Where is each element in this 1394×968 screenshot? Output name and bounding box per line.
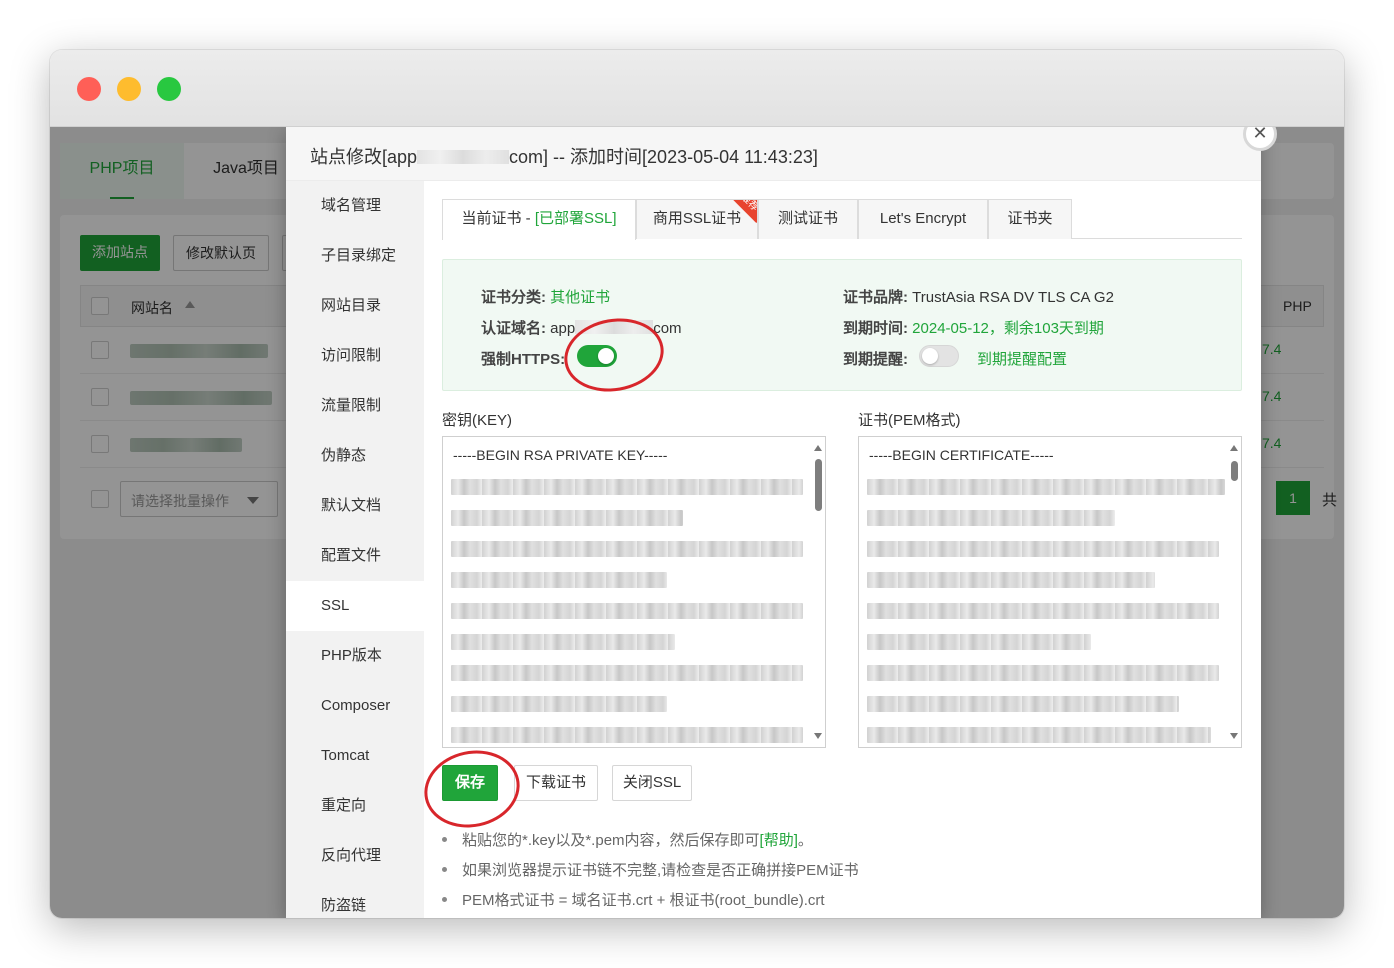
masked-key-line xyxy=(451,541,803,557)
sidebar-item-0[interactable]: 域名管理 xyxy=(286,181,424,231)
key-first-line: -----BEGIN RSA PRIVATE KEY----- xyxy=(453,447,668,463)
scroll-up-icon[interactable] xyxy=(1230,445,1238,451)
tab-test-cert[interactable]: 测试证书 xyxy=(758,199,858,239)
close-ssl-button[interactable]: 关闭SSL xyxy=(612,765,692,801)
expire-label: 到期时间: xyxy=(843,320,908,337)
key-label: 密钥(KEY) xyxy=(442,412,513,429)
title-suffix: com] -- 添加时间[2023-05-04 11:43:23] xyxy=(509,147,818,167)
cert-type-value: 其他证书 xyxy=(550,289,611,306)
minimize-window-icon[interactable] xyxy=(117,77,141,101)
scroll-up-icon[interactable] xyxy=(814,445,822,451)
masked-key-line xyxy=(451,603,803,619)
brand-label: 证书品牌: xyxy=(843,289,908,306)
download-cert-button[interactable]: 下载证书 xyxy=(514,765,598,801)
sidebar-item-12[interactable]: 重定向 xyxy=(286,781,424,831)
expire-value: 2024-05-12，剩余103天到期 xyxy=(912,320,1104,337)
masked-key-line xyxy=(451,634,675,650)
cert-first-line: -----BEGIN CERTIFICATE----- xyxy=(869,447,1054,463)
tip1-text: 粘贴您的*.key以及*.pem内容，然后保存即可 xyxy=(462,832,760,849)
cert-type-row: 证书分类: 其他证书 xyxy=(481,286,610,307)
tip1-end: 。 xyxy=(797,832,813,849)
key-textarea[interactable]: -----BEGIN RSA PRIVATE KEY----- xyxy=(442,436,826,748)
close-window-icon[interactable] xyxy=(77,77,101,101)
expire-remind-toggle[interactable] xyxy=(919,345,959,367)
dialog-sidebar: 域名管理 子目录绑定 网站目录 访问限制 流量限制 伪静态 默认文档 配置文件 SSL PHP版本… xyxy=(286,181,424,918)
cert-textarea[interactable]: -----BEGIN CERTIFICATE----- xyxy=(858,436,1242,748)
domain-label: 认证域名: xyxy=(481,320,546,337)
masked-cert-line xyxy=(867,541,1219,557)
tip-pem-format: PEM格式证书 = 域名证书.crt + 根证书(root_bundle).cr… xyxy=(442,889,825,910)
sidebar-item-11[interactable]: Tomcat xyxy=(286,731,424,781)
dialog-title: 站点修改[app com] -- 添加时间[2023-05-04 11:43:23… xyxy=(310,143,818,169)
tab-commercial-ssl[interactable]: 商用SSL证书 推荐 xyxy=(636,199,758,239)
brand-row: 证书品牌: TrustAsia RSA DV TLS CA G2 xyxy=(843,286,1114,307)
site-edit-dialog: 站点修改[app com] -- 添加时间[2023-05-04 11:43:23… xyxy=(286,127,1277,918)
masked-key-line xyxy=(451,510,683,526)
masked-cert-line xyxy=(867,572,1155,588)
sidebar-item-10[interactable]: Composer xyxy=(286,681,424,731)
help-link[interactable]: [帮助] xyxy=(760,832,798,849)
tab-current-cert-label: 当前证书 - xyxy=(461,210,535,227)
masked-domain xyxy=(417,150,510,164)
masked-cert-line xyxy=(867,603,1219,619)
sidebar-item-9[interactable]: PHP版本 xyxy=(286,631,424,681)
masked-cert-line xyxy=(867,634,1091,650)
sidebar-item-7[interactable]: 配置文件 xyxy=(286,531,424,581)
force-https-label: 强制HTTPS: xyxy=(481,351,566,368)
sidebar-item-1[interactable]: 子目录绑定 xyxy=(286,231,424,281)
masked-cert-line xyxy=(867,479,1225,495)
expire-row: 到期时间: 2024-05-12，剩余103天到期 xyxy=(843,317,1104,338)
masked-cert-line xyxy=(867,510,1115,526)
tip-cert-chain: 如果浏览器提示证书链不完整,请检查是否正确拼接PEM证书 xyxy=(442,859,859,880)
remind-config-link[interactable]: 到期提醒配置 xyxy=(977,348,1067,369)
brand-value: TrustAsia RSA DV TLS CA G2 xyxy=(912,289,1114,306)
sidebar-item-4[interactable]: 流量限制 xyxy=(286,381,424,431)
sidebar-item-2[interactable]: 网站目录 xyxy=(286,281,424,331)
scroll-thumb[interactable] xyxy=(1231,461,1238,481)
tab-cert-folder[interactable]: 证书夹 xyxy=(988,199,1072,239)
title-prefix: 站点修改[app xyxy=(310,147,418,167)
remind-row: 到期提醒: xyxy=(843,348,908,369)
scroll-down-icon[interactable] xyxy=(814,733,822,739)
sidebar-item-3[interactable]: 访问限制 xyxy=(286,331,424,381)
maximize-window-icon[interactable] xyxy=(157,77,181,101)
masked-cert-line xyxy=(867,665,1219,681)
force-https-row: 强制HTTPS: xyxy=(481,348,565,369)
ssl-deployed-status: [已部署SSL] xyxy=(534,210,617,227)
masked-cert-line xyxy=(867,696,1179,712)
sidebar-item-14[interactable]: 防盗链 xyxy=(286,881,424,918)
scroll-thumb[interactable] xyxy=(815,459,822,511)
cert-scrollbar[interactable] xyxy=(1227,437,1241,747)
cert-type-label: 证书分类: xyxy=(481,289,546,306)
toggle-knob xyxy=(922,348,938,364)
window-content: PHP项目 Java项目 添加站点 修改默认页 网站名 PHP 7.4 7.4 xyxy=(50,127,1344,918)
masked-cert-line xyxy=(867,727,1211,743)
masked-key-line xyxy=(451,665,803,681)
tip-paste-key: 粘贴您的*.key以及*.pem内容，然后保存即可[帮助]。 xyxy=(442,829,813,850)
ssl-tabs: 当前证书 - [已部署SSL] 商用SSL证书 推荐 测试证书 Let's En… xyxy=(442,197,1242,240)
masked-key-line xyxy=(451,479,803,495)
sidebar-item-6[interactable]: 默认文档 xyxy=(286,481,424,531)
window-titlebar xyxy=(50,50,1344,127)
app-window: PHP项目 Java项目 添加站点 修改默认页 网站名 PHP 7.4 7.4 xyxy=(50,50,1344,918)
key-scrollbar[interactable] xyxy=(811,437,825,747)
cert-label: 证书(PEM格式) xyxy=(858,412,961,429)
remind-label: 到期提醒: xyxy=(843,351,908,368)
tab-lets-encrypt[interactable]: Let's Encrypt xyxy=(858,199,988,239)
masked-key-line xyxy=(451,572,667,588)
sidebar-item-5[interactable]: 伪静态 xyxy=(286,431,424,481)
masked-key-line xyxy=(451,727,803,743)
sidebar-item-13[interactable]: 反向代理 xyxy=(286,831,424,881)
tab-commercial-label: 商用SSL证书 xyxy=(652,210,742,227)
domain-prefix: app xyxy=(550,320,576,337)
sidebar-item-8[interactable]: SSL xyxy=(286,581,424,631)
dialog-header: 站点修改[app com] -- 添加时间[2023-05-04 11:43:23… xyxy=(286,127,1261,181)
ssl-panel: 当前证书 - [已部署SSL] 商用SSL证书 推荐 测试证书 Let's En… xyxy=(424,181,1261,918)
scroll-down-icon[interactable] xyxy=(1230,733,1238,739)
tab-current-cert[interactable]: 当前证书 - [已部署SSL] xyxy=(442,199,636,240)
masked-key-line xyxy=(451,696,667,712)
cert-info-box: 证书分类: 其他证书 认证域名: app com 强制HTTPS: 证书品牌: T… xyxy=(442,259,1242,391)
